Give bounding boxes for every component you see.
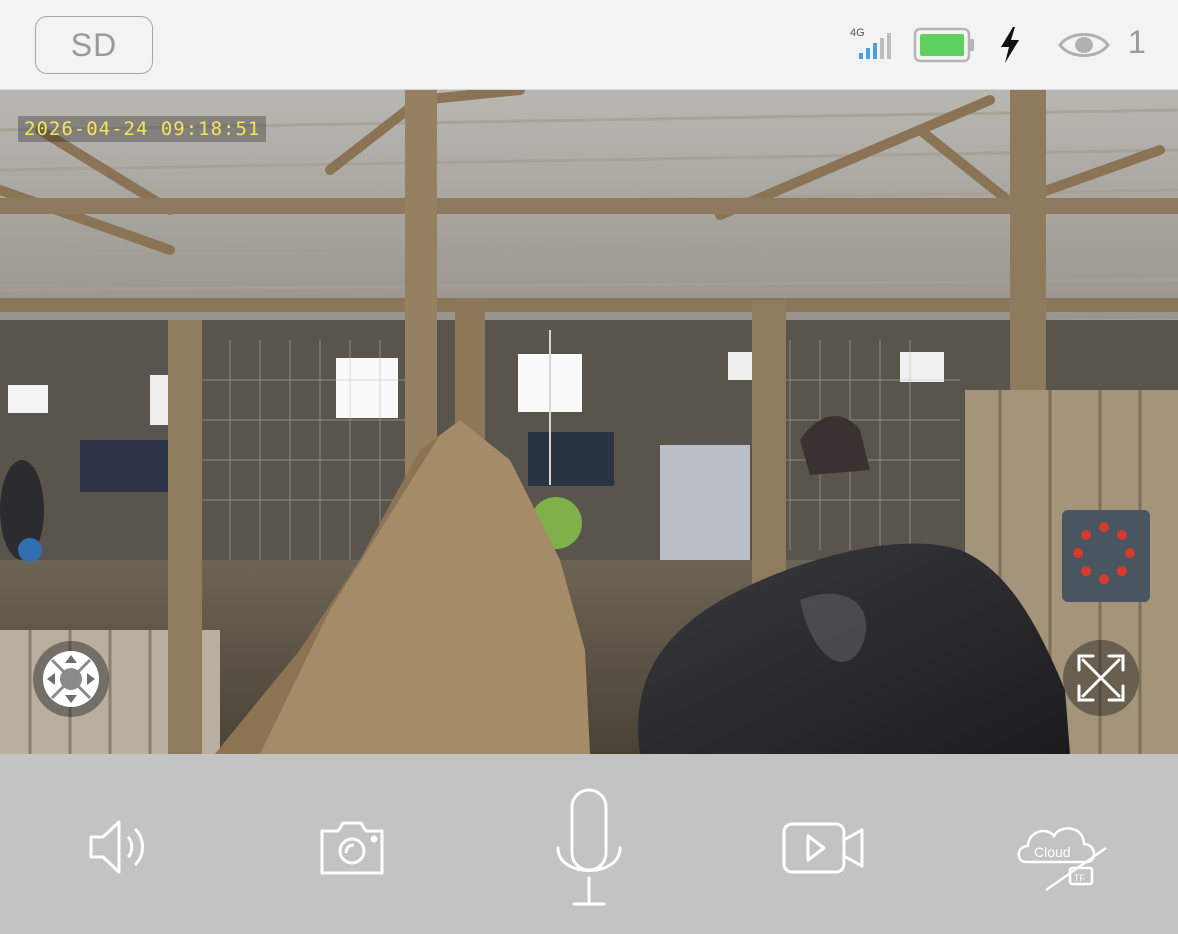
- record-button[interactable]: [778, 816, 870, 880]
- fullscreen-button[interactable]: [1063, 640, 1139, 716]
- cloud-storage-icon: Cloud TF: [1017, 827, 1107, 892]
- network-type-label: 4G: [850, 27, 865, 39]
- fullscreen-expand-icon: [1077, 654, 1125, 702]
- snapshot-button[interactable]: [310, 812, 394, 882]
- top-status-bar: SD 4G 1: [0, 0, 1178, 90]
- tf-label: TF: [1074, 873, 1085, 883]
- speaker-icon: [89, 820, 144, 874]
- eye-icon: [1056, 0, 1112, 90]
- microphone-icon: [556, 788, 622, 906]
- camera-icon: [320, 821, 384, 875]
- charging-bolt-icon: [996, 0, 1024, 90]
- barn-camera-image: [0, 90, 1178, 754]
- video-timestamp: 2026-04-24 09:18:51: [18, 116, 267, 142]
- ptz-joystick-icon: [43, 651, 99, 707]
- ptz-joystick-button[interactable]: [33, 641, 109, 717]
- battery-icon: [913, 0, 977, 90]
- cellular-signal-icon: 4G: [850, 0, 902, 90]
- speaker-button[interactable]: [78, 812, 158, 882]
- talk-button[interactable]: [544, 786, 634, 910]
- video-record-icon: [782, 822, 864, 874]
- sd-storage-button[interactable]: SD: [35, 16, 153, 74]
- viewer-count: 1: [1128, 24, 1146, 60]
- cloud-label: Cloud: [1034, 844, 1071, 860]
- bottom-toolbar: Cloud TF: [0, 754, 1178, 934]
- live-video-feed[interactable]: 2026-04-24 09:18:51: [0, 90, 1178, 754]
- cloud-tf-toggle-button[interactable]: Cloud TF: [1010, 816, 1114, 896]
